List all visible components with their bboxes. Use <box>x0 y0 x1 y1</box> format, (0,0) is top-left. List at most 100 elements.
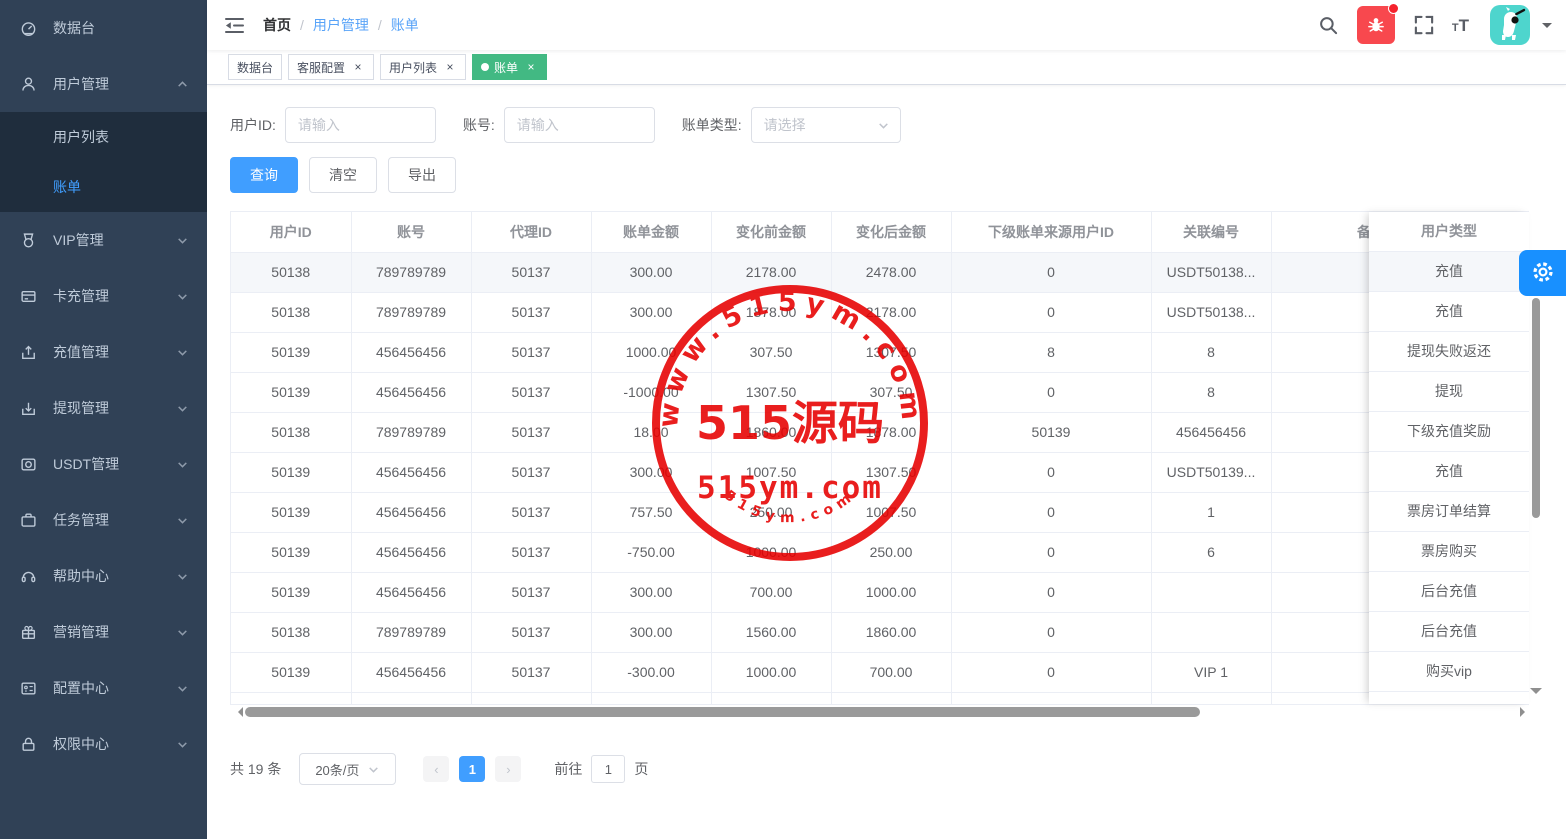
table-cell: 0 <box>951 372 1151 412</box>
sidebar-item-label: 数据台 <box>53 18 189 38</box>
table-cell: 307.50 <box>831 372 951 412</box>
sidebar-item[interactable]: 用户管理 <box>0 56 207 112</box>
table-cell: 18.00 <box>591 412 711 452</box>
breadcrumb-item[interactable]: 用户管理 <box>313 15 369 35</box>
help-icon <box>20 568 37 585</box>
chevron-down-icon <box>176 738 189 751</box>
table-cell: 456456456 <box>351 532 471 572</box>
page-1-button[interactable]: 1 <box>459 756 485 782</box>
search-button[interactable]: 查询 <box>230 157 298 193</box>
sidebar-item[interactable]: 卡充管理 <box>0 268 207 324</box>
table-cell <box>951 692 1151 705</box>
close-icon[interactable]: × <box>443 60 457 74</box>
tag-view-tab[interactable]: 账单× <box>472 54 547 80</box>
account-label: 账号: <box>463 115 495 135</box>
search-icon[interactable] <box>1318 15 1338 35</box>
chevron-down-icon <box>367 763 380 776</box>
user-id-input[interactable] <box>285 107 436 143</box>
table-cell: 50137 <box>471 332 591 372</box>
vertical-scrollbar-thumb[interactable] <box>1532 298 1540 518</box>
table-cell: 700.00 <box>831 652 951 692</box>
page-size-select[interactable]: 20条/页 <box>299 753 396 785</box>
table-cell <box>1151 572 1271 612</box>
sidebar-item[interactable]: 权限中心 <box>0 716 207 772</box>
bill-type-select[interactable]: 请选择 <box>751 107 901 143</box>
sidebar-subitem[interactable]: 用户列表 <box>0 112 207 162</box>
table-cell: 300.00 <box>591 452 711 492</box>
sidebar-item[interactable]: 充值管理 <box>0 324 207 380</box>
horizontal-scrollbar-thumb[interactable] <box>245 707 1200 717</box>
goto-page-input[interactable] <box>591 755 625 783</box>
chevron-down-icon <box>176 626 189 639</box>
caret-down-icon[interactable] <box>1542 23 1552 33</box>
fullscreen-icon[interactable] <box>1414 15 1434 35</box>
table-row: 5013945645645650137-1000.001307.50307.50… <box>231 372 1471 412</box>
filter-bar: 用户ID: 账号: 账单类型: 请选择 <box>230 107 1566 143</box>
gear-icon <box>1531 260 1555 287</box>
user-type-cell: 后台充值 <box>1369 612 1529 652</box>
table-cell: 50137 <box>471 452 591 492</box>
goto-label: 前往 <box>554 759 582 779</box>
navbar-actions: TT <box>1309 5 1566 45</box>
table-cell: 456456456 <box>351 492 471 532</box>
table-cell: 50137 <box>471 612 591 652</box>
export-button[interactable]: 导出 <box>388 157 456 193</box>
error-log-button[interactable] <box>1357 6 1395 44</box>
scroll-right-arrow-icon[interactable] <box>1520 707 1530 717</box>
table-cell: 50138 <box>231 252 351 292</box>
sidebar-item[interactable]: VIP管理 <box>0 212 207 268</box>
table-cell: 1307.50 <box>831 452 951 492</box>
table-cell <box>471 692 591 705</box>
close-icon[interactable]: × <box>524 60 538 74</box>
scroll-left-arrow-icon[interactable] <box>233 707 243 717</box>
sidebar-item[interactable]: 数据台 <box>0 0 207 56</box>
sidebar-item[interactable]: 帮助中心 <box>0 548 207 604</box>
fixed-user-type-column: 用户类型充值充值提现失败返还提现下级充值奖励充值票房订单结算票房购买后台充值后台… <box>1369 212 1529 704</box>
clear-button[interactable]: 清空 <box>309 157 377 193</box>
next-page-button[interactable]: › <box>495 756 521 782</box>
table-cell: -750.00 <box>591 532 711 572</box>
sidebar-item[interactable]: 提现管理 <box>0 380 207 436</box>
table-cell: 2178.00 <box>711 252 831 292</box>
font-size-icon[interactable]: TT <box>1452 17 1469 34</box>
close-icon[interactable]: × <box>351 60 365 74</box>
tag-view-tab[interactable]: 数据台 <box>228 54 282 80</box>
sidebar-item[interactable]: USDT管理 <box>0 436 207 492</box>
table-cell: 50138 <box>231 292 351 332</box>
horizontal-scrollbar[interactable] <box>230 705 1542 719</box>
sidebar-subitem[interactable]: 账单 <box>0 162 207 212</box>
table-cell: 50139 <box>231 492 351 532</box>
sidebar-item-label: 营销管理 <box>53 622 176 642</box>
table-cell: 0 <box>951 252 1151 292</box>
table-cell: 50137 <box>471 252 591 292</box>
tag-view-tab[interactable]: 客服配置× <box>288 54 374 80</box>
prev-page-button[interactable]: ‹ <box>423 756 449 782</box>
sidebar-item[interactable]: 营销管理 <box>0 604 207 660</box>
vertical-scrollbar[interactable] <box>1532 253 1540 693</box>
settings-panel-button[interactable] <box>1519 250 1566 296</box>
table-cell: 1560.00 <box>711 612 831 652</box>
table-cell: 1307.50 <box>711 372 831 412</box>
scroll-down-arrow-icon[interactable] <box>1530 688 1542 700</box>
table-cell: 300.00 <box>591 612 711 652</box>
user-type-cell: 下级充值奖励 <box>1369 412 1529 452</box>
dashboard-icon <box>20 20 37 37</box>
user-type-cell: 购买vip <box>1369 652 1529 692</box>
table-cell: 300.00 <box>591 252 711 292</box>
tag-view-tab[interactable]: 用户列表× <box>380 54 466 80</box>
sidebar-item[interactable]: 配置中心 <box>0 660 207 716</box>
table-cell: 789789789 <box>351 412 471 452</box>
account-input[interactable] <box>504 107 655 143</box>
notification-dot <box>1388 3 1399 14</box>
table-cell: 250.00 <box>831 532 951 572</box>
breadcrumb-item[interactable]: 首页 <box>263 15 291 35</box>
breadcrumb-item[interactable]: 账单 <box>391 15 419 35</box>
avatar[interactable] <box>1490 5 1530 45</box>
sidebar-item[interactable]: 任务管理 <box>0 492 207 548</box>
table-cell: 50137 <box>471 292 591 332</box>
table-cell: 8 <box>1151 332 1271 372</box>
table-cell: 757.50 <box>591 492 711 532</box>
table-header-cell: 下级账单来源用户ID <box>951 212 1151 252</box>
table-cell: 6 <box>1151 532 1271 572</box>
hamburger-icon[interactable] <box>207 16 245 35</box>
